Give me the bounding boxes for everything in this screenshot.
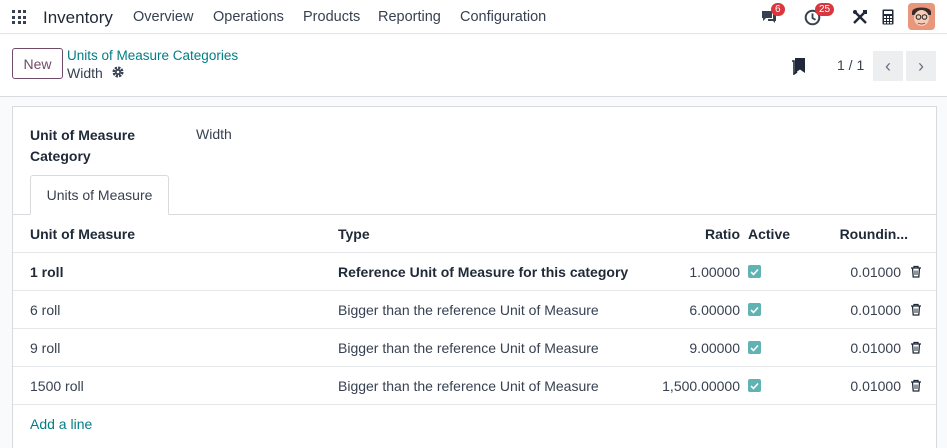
activities-badge: 25	[815, 3, 835, 16]
table-row[interactable]: 1500 roll Bigger than the reference Unit…	[13, 367, 936, 405]
user-avatar[interactable]	[908, 3, 935, 30]
header-active[interactable]: Active	[748, 226, 790, 242]
active-checkbox[interactable]	[748, 378, 761, 392]
control-panel: New Units of Measure Categories Width 1 …	[0, 35, 947, 97]
pager-prev-button[interactable]: ‹	[873, 51, 903, 81]
cell-ratio[interactable]: 9.00000	[689, 340, 740, 356]
clock-icon[interactable]: 25	[801, 3, 835, 28]
cell-uom[interactable]: 9 roll	[30, 340, 60, 356]
new-button[interactable]: New	[12, 48, 63, 79]
table-row[interactable]: 6 roll Bigger than the reference Unit of…	[13, 291, 936, 329]
cell-rounding[interactable]: 0.01000	[850, 378, 901, 394]
pager-next-button[interactable]: ›	[906, 51, 936, 81]
form-sheet: Unit of Measure Category Width Units of …	[12, 106, 937, 448]
add-line-link[interactable]: Add a line	[30, 416, 92, 432]
table-header: Unit of Measure Type Ratio Active Roundi…	[13, 215, 936, 253]
header-uom[interactable]: Unit of Measure	[30, 226, 135, 242]
checkmark-icon	[748, 303, 761, 316]
field-value-category[interactable]: Width	[196, 126, 232, 142]
menu-reporting[interactable]: Reporting	[378, 9, 441, 25]
cell-rounding[interactable]: 0.01000	[850, 264, 901, 280]
active-checkbox[interactable]	[748, 264, 761, 278]
chevron-right-icon: ›	[918, 55, 924, 76]
bookmark-icon[interactable]	[791, 57, 807, 78]
cell-type[interactable]: Bigger than the reference Unit of Measur…	[338, 302, 599, 318]
cell-type[interactable]: Bigger than the reference Unit of Measur…	[338, 378, 599, 394]
header-ratio[interactable]: Ratio	[705, 226, 740, 242]
cell-ratio[interactable]: 1.00000	[689, 264, 740, 280]
gear-icon[interactable]	[111, 65, 125, 82]
tab-units-of-measure[interactable]: Units of Measure	[30, 175, 169, 215]
chat-icon[interactable]: 6	[758, 3, 785, 28]
chevron-left-icon: ‹	[885, 55, 891, 76]
field-label-category: Unit of Measure Category	[30, 127, 136, 164]
header-rounding[interactable]: Roundin...	[840, 226, 908, 242]
top-navbar: Inventory Overview Operations Products R…	[0, 0, 947, 34]
breadcrumb-parent[interactable]: Units of Measure Categories	[67, 48, 238, 63]
checkmark-icon	[748, 379, 761, 392]
cell-type[interactable]: Bigger than the reference Unit of Measur…	[338, 340, 599, 356]
checkmark-icon	[748, 341, 761, 354]
menu-configuration[interactable]: Configuration	[460, 9, 546, 25]
trash-icon[interactable]	[910, 303, 922, 319]
uom-list: Unit of Measure Type Ratio Active Roundi…	[13, 215, 936, 443]
calculator-icon[interactable]	[877, 6, 899, 28]
apps-grid-icon[interactable]	[12, 10, 26, 24]
menu-operations[interactable]: Operations	[213, 9, 284, 25]
app-name[interactable]: Inventory	[43, 8, 113, 28]
messages-badge: 6	[771, 3, 785, 16]
menu-products[interactable]: Products	[303, 9, 360, 25]
checkmark-icon	[748, 265, 761, 278]
breadcrumb-current: Width	[67, 65, 103, 81]
table-row[interactable]: 9 roll Bigger than the reference Unit of…	[13, 329, 936, 367]
add-line-row: Add a line	[13, 405, 936, 443]
menu-overview[interactable]: Overview	[133, 9, 193, 25]
cell-uom[interactable]: 6 roll	[30, 302, 60, 318]
active-checkbox[interactable]	[748, 302, 761, 316]
table-row[interactable]: 1 roll Reference Unit of Measure for thi…	[13, 253, 936, 291]
cell-rounding[interactable]: 0.01000	[850, 302, 901, 318]
cell-uom[interactable]: 1 roll	[30, 264, 63, 280]
pager-value[interactable]: 1 / 1	[837, 57, 864, 73]
cell-rounding[interactable]: 0.01000	[850, 340, 901, 356]
active-checkbox[interactable]	[748, 340, 761, 354]
cell-uom[interactable]: 1500 roll	[30, 378, 84, 394]
trash-icon[interactable]	[910, 341, 922, 357]
cell-ratio[interactable]: 1,500.00000	[662, 378, 740, 394]
header-type[interactable]: Type	[338, 226, 370, 242]
tools-icon[interactable]	[849, 6, 871, 28]
trash-icon[interactable]	[910, 379, 922, 395]
trash-icon[interactable]	[910, 265, 922, 281]
cell-ratio[interactable]: 6.00000	[689, 302, 740, 318]
cell-type[interactable]: Reference Unit of Measure for this categ…	[338, 264, 628, 280]
